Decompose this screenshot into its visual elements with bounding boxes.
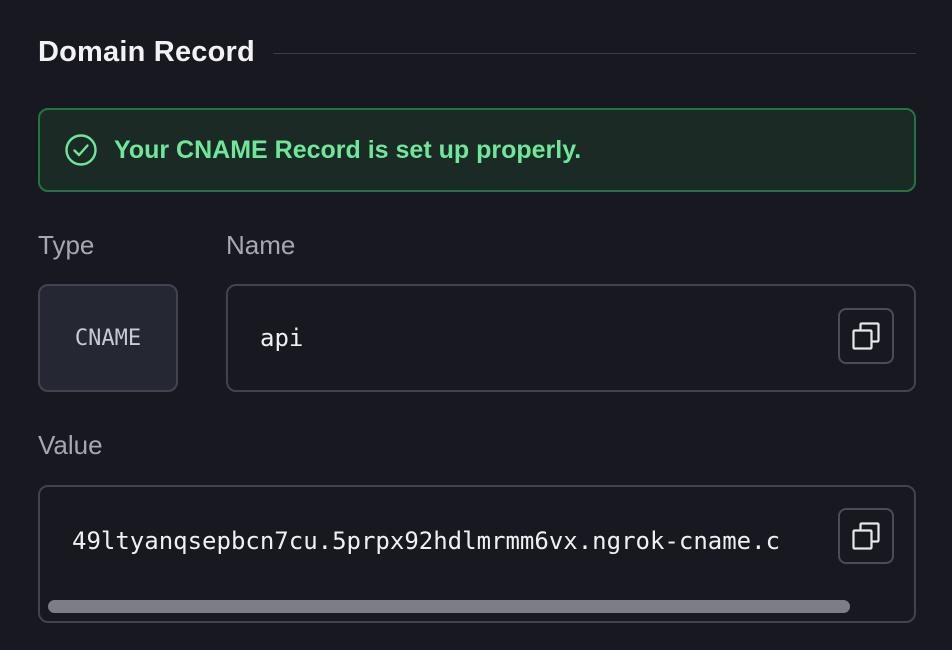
type-value: CNAME (38, 284, 178, 392)
alert-message: Your CNAME Record is set up properly. (114, 135, 582, 164)
copy-name-button[interactable] (838, 308, 894, 364)
section-divider (272, 52, 916, 54)
name-field[interactable]: api (226, 284, 916, 392)
success-alert: Your CNAME Record is set up properly. (38, 108, 916, 192)
value-text: 49ltyanqsepbcn7cu.5prpx92hdlmrmm6vx.ngro… (72, 527, 781, 555)
copy-icon (851, 521, 881, 551)
domain-record-panel: Domain Record Your CNAME Record is set u… (0, 0, 952, 650)
name-value: api (260, 324, 304, 352)
copy-value-button[interactable] (838, 508, 894, 564)
value-label: Value (38, 430, 103, 460)
copy-icon (851, 321, 881, 351)
text-fade-overlay (788, 497, 836, 597)
value-field[interactable]: 49ltyanqsepbcn7cu.5prpx92hdlmrmm6vx.ngro… (38, 485, 916, 623)
type-label: Type (38, 230, 95, 260)
check-circle-icon (64, 133, 98, 167)
name-label: Name (226, 230, 296, 260)
section-header: Domain Record (38, 30, 916, 74)
section-title: Domain Record (38, 35, 255, 68)
horizontal-scrollbar[interactable] (48, 600, 850, 613)
